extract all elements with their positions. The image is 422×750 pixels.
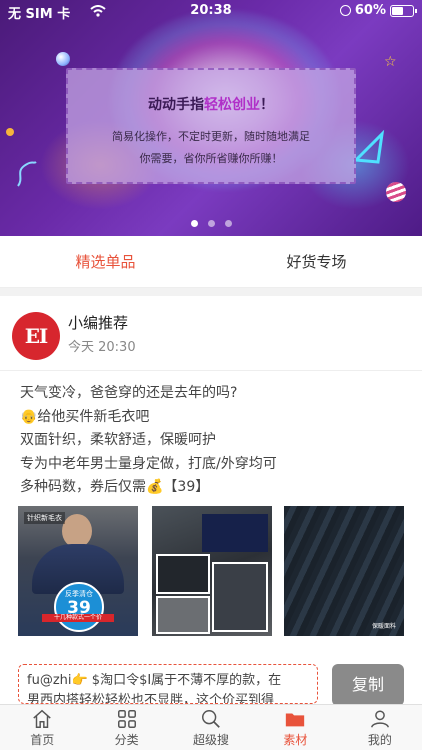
- promo-title-suffix: ！: [260, 97, 274, 113]
- collage-tile: [212, 562, 268, 632]
- collage-tile: [156, 554, 210, 594]
- nav-label: 分类: [114, 733, 139, 747]
- avatar[interactable]: EI: [12, 312, 60, 360]
- post-author: 小编推荐: [68, 314, 129, 332]
- battery-icon: [390, 4, 417, 17]
- photo-caption: 保暖面料: [371, 623, 396, 630]
- folder-icon: [286, 713, 305, 727]
- promo-line-1: 简易化操作，不定时更新，随时随地满足: [112, 130, 310, 143]
- nav-label: 素材: [283, 733, 308, 747]
- post-text-line: 多种码数，券后仅需💰【39】: [20, 479, 210, 495]
- grid-icon: [117, 710, 136, 728]
- product-photo-fabric-closeup[interactable]: 保暖面料: [284, 506, 404, 636]
- copy-text-line: fu@zhi👉 $淘口令$I属于不薄不厚的款，在: [27, 673, 282, 688]
- search-icon: [202, 710, 220, 728]
- copy-button[interactable]: 复制: [332, 664, 404, 706]
- post-photo-grid: 针织新毛衣 反季清仓 39 十几种款式一个价 保暖面料: [18, 506, 406, 636]
- post-text-line: 👴给他买件新毛衣吧: [20, 408, 150, 425]
- squiggle-decoration: [17, 161, 37, 187]
- post-text-line: 专为中老年男士量身定做，打底/外穿均可: [20, 455, 277, 472]
- product-photo-collage[interactable]: [152, 506, 272, 636]
- nav-label: 超级搜: [193, 733, 230, 747]
- home-icon: [33, 709, 51, 728]
- triangle-decoration: [352, 130, 385, 164]
- product-photo-sweater-model[interactable]: 针织新毛衣 反季清仓 39 十几种款式一个价: [18, 506, 138, 636]
- tab-featured-items[interactable]: 精选单品: [0, 236, 211, 287]
- price-strip: 十几种款式一个价: [42, 614, 114, 622]
- planet-decoration: [56, 52, 70, 66]
- collage-tile: [202, 514, 268, 552]
- post-divider: [0, 370, 422, 371]
- nav-super-search[interactable]: 超级搜: [169, 705, 253, 750]
- promo-banner[interactable]: ☆ 无 SIM 卡 20:38 60% 动动手指轻松创业！ 简易化操作，不定时更…: [0, 0, 422, 236]
- promo-title-accent: 轻松创业: [204, 97, 260, 113]
- photo-tag: 针织新毛衣: [24, 512, 65, 524]
- tab-special-collections[interactable]: 好货专场: [211, 236, 422, 287]
- promo-card: 动动手指轻松创业！ 简易化操作，不定时更新，随时随地满足 你需要，省你所省赚你所…: [66, 68, 356, 184]
- rotation-lock-icon: [339, 5, 351, 16]
- app-screen: ☆ 无 SIM 卡 20:38 60% 动动手指轻松创业！ 简易化操作，不定时更…: [0, 0, 422, 750]
- nav-label: 我的: [367, 733, 392, 747]
- price-badge: 反季清仓 39: [54, 582, 104, 632]
- promo-title-prefix: 动动手指: [148, 97, 204, 113]
- battery-group: 60%: [339, 3, 417, 18]
- post-body: 天气变冷，爸爸穿的还是去年的吗? 👴给他买件新毛衣吧 双面针织，柔软舒适，保暖呵…: [20, 382, 410, 500]
- dot-decoration: [6, 128, 14, 136]
- copy-text-box[interactable]: fu@zhi👉 $淘口令$I属于不薄不厚的款，在 男西内搭轻松轻松也不显胖，这个…: [18, 664, 318, 704]
- nav-label: 首页: [30, 733, 55, 747]
- carousel-dot[interactable]: [190, 220, 198, 227]
- carousel-dot[interactable]: [207, 220, 215, 227]
- feed-post: EI 小编推荐 今天 20:30 天气变冷，爸爸穿的还是去年的吗? 👴给他买件新…: [0, 296, 422, 696]
- ball-decoration: [386, 182, 406, 202]
- battery-level-fill: [392, 6, 404, 15]
- promo-title: 动动手指轻松创业！: [68, 94, 354, 114]
- nav-home[interactable]: 首页: [0, 705, 84, 750]
- status-bar: 无 SIM 卡 20:38 60%: [0, 0, 422, 24]
- post-timestamp: 今天 20:30: [68, 340, 136, 355]
- nav-profile[interactable]: 我的: [338, 705, 422, 750]
- promo-line-2: 你需要，省你所省赚你所赚！: [139, 152, 283, 165]
- collage-tile: [156, 596, 210, 634]
- section-separator: [0, 288, 422, 296]
- star-decoration: ☆: [384, 54, 397, 70]
- nav-category[interactable]: 分类: [84, 705, 168, 750]
- copy-text-line: 男西内搭轻松轻松也不显胖，这个价买到得: [27, 693, 275, 704]
- carousel-indicator[interactable]: [0, 220, 422, 227]
- user-icon: [370, 710, 389, 728]
- post-text-line: 双面针织，柔软舒适，保暖呵护: [20, 432, 216, 448]
- segment-tabs: 精选单品 好货专场: [0, 236, 422, 288]
- battery-percent: 60%: [354, 3, 386, 18]
- carousel-dot[interactable]: [224, 220, 232, 227]
- nav-materials[interactable]: 素材: [253, 705, 337, 750]
- post-text-line: 天气变冷，爸爸穿的还是去年的吗?: [20, 385, 238, 401]
- bottom-tab-bar: 首页 分类 超级搜 素材 我的: [0, 704, 422, 750]
- model-head: [62, 514, 92, 548]
